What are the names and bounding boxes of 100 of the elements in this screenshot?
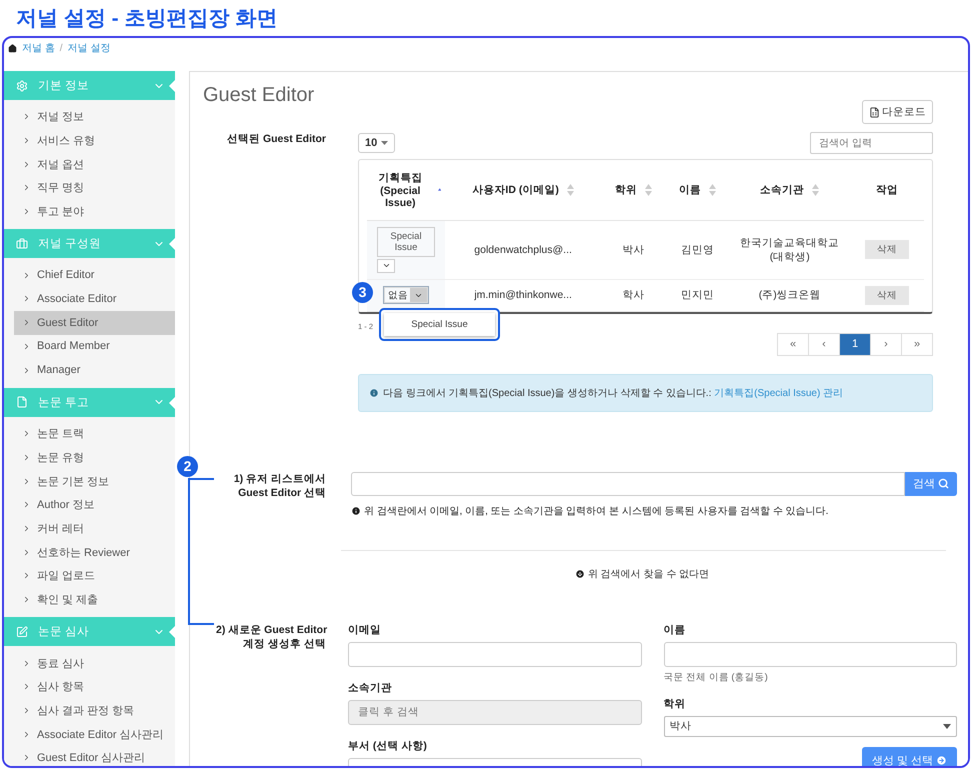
search-icon	[938, 478, 949, 489]
chevron-right-icon	[22, 160, 31, 169]
field-label: 소속기관	[348, 680, 393, 694]
chevron-right-icon	[22, 730, 31, 739]
sidebar-item[interactable]: 논문 트랙	[14, 422, 175, 446]
sidebar-item[interactable]: 확인 및 제출	[14, 588, 175, 612]
breadcrumb-link[interactable]: 저널 설정	[68, 41, 110, 55]
column-header[interactable]: 학위	[614, 182, 637, 197]
home-icon	[8, 44, 17, 52]
delete-button[interactable]: 삭제	[864, 240, 909, 259]
sidebar-item[interactable]: Board Member	[14, 334, 175, 358]
table-cell: (주)씽크온웹	[730, 279, 850, 311]
chevron-right-icon	[22, 658, 31, 668]
field-label: 이름	[664, 622, 686, 636]
sidebar-item[interactable]: Chief Editor	[14, 263, 175, 288]
sidebar-item[interactable]: 선호하는 Reviewer	[14, 540, 175, 564]
page-button[interactable]: «	[777, 332, 809, 356]
step-marker: 3	[352, 282, 373, 302]
panel-title: Guest Editor	[203, 84, 314, 107]
sidebar-item[interactable]: Author 정보	[14, 492, 175, 517]
page-button[interactable]: ›	[870, 332, 902, 356]
sidebar-item[interactable]: Manager	[14, 358, 175, 382]
chevron-right-icon	[22, 595, 31, 604]
sidebar-item[interactable]: 서비스 유형	[14, 128, 175, 152]
column-header[interactable]: 사용자ID (이메일)	[472, 182, 559, 197]
chevron-right-icon	[22, 136, 31, 146]
table-cell: jm.min@thinkonwe...	[445, 279, 602, 311]
sidebar-item[interactable]: Associate Editor	[14, 287, 175, 311]
section-label: 선택된 Guest Editor	[226, 132, 327, 147]
chevron-right-icon	[22, 452, 31, 462]
chevron-right-icon	[22, 318, 31, 328]
pencil-square-icon	[16, 626, 28, 638]
page-title: 저널 설정 - 초빙편집장 화면	[16, 6, 278, 32]
chevron-right-icon	[22, 429, 31, 438]
chevron-right-icon	[22, 524, 31, 533]
sidebar-item[interactable]: 저널 정보	[14, 105, 175, 129]
search-field[interactable]: 검색어 입력	[810, 132, 933, 154]
page-button[interactable]: 1	[839, 332, 871, 356]
sidebar-item[interactable]: 논문 기본 정보	[14, 469, 175, 493]
alert-text: 다음 링크에서 기획특집(Special Issue)을 생성하거나 삭제할 수 있습니다.: 기획특집(Special Issue) 관리	[383, 386, 844, 400]
chevron-right-icon	[22, 342, 31, 351]
page-size-select[interactable]: 10	[358, 133, 396, 153]
field-hint: 국문 전체 이름 (홍길동)	[664, 670, 769, 684]
chevron-right-icon	[22, 682, 31, 692]
chevron-right-icon	[22, 706, 31, 716]
degree-select[interactable]: 박사	[664, 716, 957, 736]
input-field[interactable]	[664, 642, 957, 666]
chevron-right-icon	[22, 366, 31, 375]
input-field[interactable]	[348, 642, 642, 666]
help-text: 위 검색란에서 이메일, 이름, 또는 소속기관을 입력하여 본 시스템에 등록된 사용자를 검색할 수 있습니다.	[364, 504, 828, 518]
step-marker: 2	[177, 456, 198, 476]
sidebar-item[interactable]: 논문 유형	[14, 446, 175, 470]
page-button[interactable]: ‹	[808, 332, 840, 356]
section-label: 2) 새로운 Guest Editor 계정 생성후 선택	[216, 622, 328, 652]
column-header[interactable]: 소속기관	[760, 182, 804, 197]
breadcrumb-separator: /	[60, 42, 63, 54]
field-label: 이메일	[348, 622, 382, 636]
arrow-right-circle-icon	[936, 754, 947, 766]
sidebar-item[interactable]: 직무 명칭	[14, 176, 175, 200]
chevron-right-icon	[22, 753, 31, 762]
chevron-right-icon	[22, 270, 31, 280]
page-button[interactable]: »	[901, 332, 933, 356]
column-header[interactable]: 이름	[679, 182, 702, 197]
download-button[interactable]: 다운로드	[862, 100, 933, 124]
sidebar-item[interactable]: Guest Editor	[14, 310, 175, 334]
user-search-field[interactable]	[351, 472, 905, 496]
sidebar-item[interactable]: 심사 결과 판정 항목	[14, 698, 175, 722]
file-icon	[16, 396, 28, 408]
sidebar-item[interactable]: 투고 분야	[14, 200, 175, 224]
sidebar-item[interactable]: 심사 항목	[14, 675, 175, 699]
chevron-right-icon	[22, 548, 31, 557]
chevron-right-icon	[22, 571, 31, 580]
notice-text: 위 검색에서 찾을 수 없다면	[588, 568, 710, 580]
column-header[interactable]: 기획특집 (Special Issue)	[371, 170, 430, 209]
spreadsheet-icon	[869, 106, 880, 118]
table-cell: 김민영	[665, 220, 730, 279]
chevron-right-icon	[22, 500, 31, 510]
arrow-down-icon	[574, 568, 585, 578]
sidebar-item[interactable]: 파일 업로드	[14, 564, 175, 588]
sidebar-item[interactable]: 저널 옵션	[14, 152, 175, 176]
table-cell: 민지민	[665, 279, 730, 311]
info-icon	[369, 388, 379, 398]
info-icon	[351, 506, 361, 516]
table-cell: goldenwatchplus@...	[445, 220, 602, 279]
field-label: 학위	[664, 696, 686, 710]
table-cell: 학사	[601, 279, 666, 311]
field-label: 부서 (선택 사항)	[348, 738, 428, 752]
chevron-right-icon	[22, 294, 31, 304]
sidebar-item[interactable]: Guest Editor 심사관리	[14, 746, 175, 766]
special-issue-select[interactable]: 없음	[384, 287, 428, 303]
dropdown-option[interactable]: Special Issue	[384, 312, 495, 336]
chevron-right-icon	[22, 207, 31, 216]
breadcrumb-link[interactable]: 저널 홈	[22, 41, 55, 55]
sidebar-item[interactable]: 동료 심사	[14, 651, 175, 676]
caret-icon	[943, 724, 951, 728]
section-label: 1) 유저 리스트에서 Guest Editor 선택	[232, 472, 327, 501]
sidebar-item[interactable]: 커버 레터	[14, 516, 175, 540]
sidebar-item[interactable]: Associate Editor 심사관리	[14, 722, 175, 746]
delete-button[interactable]: 삭제	[864, 286, 909, 304]
chevron-right-icon	[22, 476, 31, 486]
